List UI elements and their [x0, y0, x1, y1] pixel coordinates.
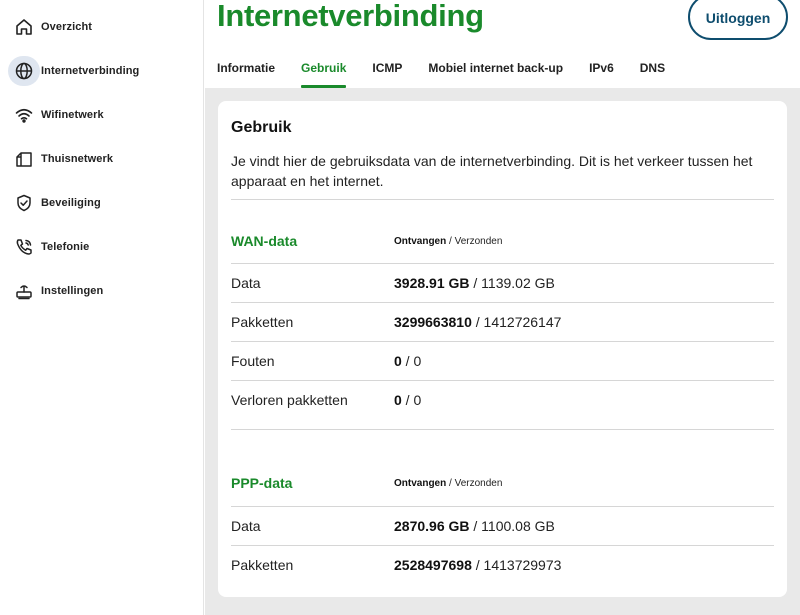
- row-value: 3299663810 / 1412726147: [394, 314, 562, 330]
- sidebar-item-label: Internetverbinding: [41, 65, 140, 77]
- value-received: 3928.91 GB: [394, 275, 470, 291]
- value-received: 2870.96 GB: [394, 518, 470, 534]
- tab-informatie[interactable]: Informatie: [217, 56, 275, 88]
- row-value: 0 / 0: [394, 353, 422, 369]
- card-description: Je vindt hier de gebruiksdata van de int…: [231, 153, 753, 189]
- row-value: 3928.91 GB / 1139.02 GB: [394, 275, 555, 291]
- section-legend-wan: Ontvangen / Verzonden: [394, 236, 502, 247]
- divider: [231, 302, 774, 303]
- globe-icon: [8, 56, 40, 86]
- value-received: 3299663810: [394, 314, 472, 330]
- legend-received: Ontvangen: [394, 236, 447, 247]
- tab-ipv6[interactable]: IPv6: [589, 56, 614, 88]
- sidebar-item-overzicht[interactable]: Overzicht: [8, 12, 198, 42]
- page-header: Internetverbinding Uitloggen Informatie …: [205, 0, 800, 88]
- tab-mobiel-internet-back-up[interactable]: Mobiel internet back-up: [428, 56, 563, 88]
- sidebar-item-thuisnetwerk[interactable]: Thuisnetwerk: [8, 144, 198, 174]
- row-label: Fouten: [231, 353, 275, 369]
- card-title: Gebruik: [231, 119, 292, 136]
- tab-bar: Informatie Gebruik ICMP Mobiel internet …: [217, 56, 691, 88]
- value-received: 2528497698: [394, 557, 472, 573]
- legend-sent: Verzonden: [454, 478, 503, 489]
- sidebar-item-label: Overzicht: [41, 21, 93, 33]
- sidebar-item-label: Beveiliging: [41, 197, 101, 209]
- phone-icon: [8, 232, 40, 262]
- sidebar-item-label: Wifinetwerk: [41, 109, 104, 121]
- divider: [231, 263, 774, 264]
- tab-gebruik[interactable]: Gebruik: [301, 56, 347, 88]
- divider: [231, 341, 774, 342]
- sidebar-item-label: Instellingen: [41, 285, 104, 297]
- legend-separator: /: [446, 236, 455, 247]
- sidebar-item-beveiliging[interactable]: Beveiliging: [8, 188, 198, 218]
- row-label: Data: [231, 275, 261, 291]
- value-sent: 0: [413, 353, 422, 369]
- divider: [231, 199, 774, 200]
- row-value: 2870.96 GB / 1100.08 GB: [394, 518, 555, 534]
- value-received: 0: [394, 353, 402, 369]
- legend-received: Ontvangen: [394, 478, 447, 489]
- house-network-icon: [8, 144, 40, 174]
- value-sent: 0: [413, 392, 422, 408]
- value-sent: 1100.08 GB: [481, 518, 555, 534]
- router-icon: [8, 276, 40, 306]
- usage-card: Gebruik Je vindt hier de gebruiksdata va…: [218, 101, 787, 597]
- section-title-wan: WAN-data: [231, 233, 298, 249]
- value-sent: 1139.02 GB: [481, 275, 555, 291]
- page-title: Internetverbinding: [217, 0, 484, 33]
- row-label: Data: [231, 518, 261, 534]
- divider: [231, 380, 774, 381]
- sidebar-item-telefonie[interactable]: Telefonie: [8, 232, 198, 262]
- shield-icon: [8, 188, 40, 218]
- legend-sent: Verzonden: [454, 236, 503, 247]
- row-label: Pakketten: [231, 314, 294, 330]
- row-label: Verloren pakketten: [231, 392, 348, 408]
- value-sent: 1413729973: [483, 557, 562, 573]
- sidebar-item-label: Telefonie: [41, 241, 90, 253]
- value-sent: 1412726147: [483, 314, 562, 330]
- tab-icmp[interactable]: ICMP: [372, 56, 402, 88]
- row-label: Pakketten: [231, 557, 294, 573]
- sidebar-item-internetverbinding[interactable]: Internetverbinding: [8, 56, 198, 86]
- sidebar-item-wifinetwerk[interactable]: Wifinetwerk: [8, 100, 198, 130]
- main-content: Gebruik Je vindt hier de gebruiksdata va…: [205, 88, 800, 615]
- divider: [231, 506, 774, 507]
- home-icon: [8, 12, 40, 42]
- tab-dns[interactable]: DNS: [640, 56, 665, 88]
- divider: [231, 545, 774, 546]
- sidebar: Overzicht Internetverbinding Wifinetwerk…: [0, 0, 204, 615]
- value-received: 0: [394, 392, 402, 408]
- legend-separator: /: [446, 478, 455, 489]
- row-value: 2528497698 / 1413729973: [394, 557, 562, 573]
- wifi-icon: [8, 100, 40, 130]
- logout-button[interactable]: Uitloggen: [688, 0, 788, 40]
- section-title-ppp: PPP-data: [231, 475, 293, 491]
- sidebar-item-label: Thuisnetwerk: [41, 153, 114, 165]
- divider: [231, 429, 774, 430]
- row-value: 0 / 0: [394, 392, 422, 408]
- section-legend-ppp: Ontvangen / Verzonden: [394, 478, 502, 489]
- sidebar-item-instellingen[interactable]: Instellingen: [8, 276, 198, 306]
